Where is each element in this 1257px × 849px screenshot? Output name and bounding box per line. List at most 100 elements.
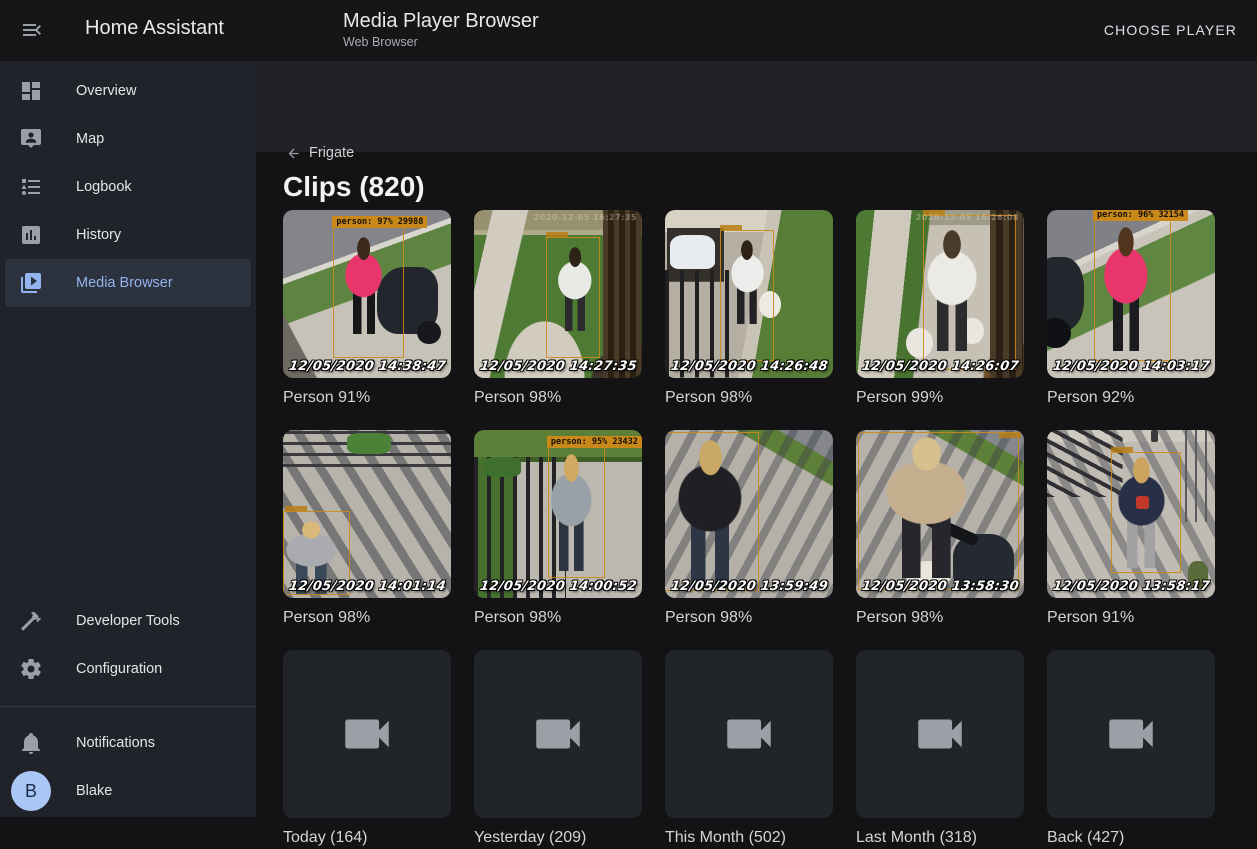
folder-tile[interactable] [474,650,642,818]
clips-grid: person: 97% 29988 12/05/2020 14:38:47 Pe… [256,152,1257,849]
detection-bbox: person: 96% 32154 [1094,220,1171,361]
folder-item-back[interactable]: Back (427) [1047,650,1215,849]
detection-label-small [720,225,742,230]
choose-player-button[interactable]: CHOOSE PLAYER [1104,0,1237,61]
breadcrumb[interactable]: Frigate [286,145,354,161]
folder-tile[interactable] [1047,650,1215,818]
clip-item[interactable]: 12/05/2020 14:26:48 Person 98% [665,210,833,409]
clip-caption: Person 91% [1047,607,1215,629]
breadcrumb-label: Frigate [309,145,354,161]
sidebar-item-logbook[interactable]: Logbook [0,163,256,211]
hammer-icon [19,609,43,633]
clip-thumbnail[interactable]: 12/05/2020 13:58:30 [856,430,1024,598]
folder-caption: Yesterday (209) [474,827,642,849]
detection-bbox [858,432,1019,590]
folder-caption: Today (164) [283,827,451,849]
clip-caption: Person 98% [665,387,833,409]
clip-timestamp: 12/05/2020 14:38:47 [288,359,447,374]
camera-osd-timestamp: 2020-12-05 16:27:35 [534,213,637,222]
content-header: Frigate [256,61,1257,152]
sidebar-item-notifications[interactable]: Notifications [0,719,256,767]
clip-caption: Person 98% [665,607,833,629]
clip-timestamp: 12/05/2020 13:58:30 [861,579,1020,594]
folder-caption: Back (427) [1047,827,1215,849]
detection-bbox: person: 97% 29988 [333,227,404,358]
panel-header: Media Player Browser Web Browser [343,8,539,49]
toy-silhouette [484,457,521,477]
clip-item[interactable]: 12/05/2020 13:58:30 Person 98% [856,430,1024,629]
sidebar-item-history[interactable]: History [0,211,256,259]
clip-thumbnail[interactable]: person: 95% 23432 12/05/2020 14:00:52 [474,430,642,598]
folder-item-last-month[interactable]: Last Month (318) [856,650,1024,849]
clip-item[interactable]: person: 95% 23432 12/05/2020 14:00:52 Pe… [474,430,642,629]
folder-item-yesterday[interactable]: Yesterday (209) [474,650,642,849]
avatar: B [11,771,51,811]
video-camera-icon [338,705,396,763]
sidebar-item-media-browser[interactable]: Media Browser [5,259,251,307]
folder-tile[interactable] [856,650,1024,818]
stroller-wheel [417,321,441,345]
clip-item[interactable]: 12/05/2020 14:01:14 Person 98% [283,430,451,629]
clip-timestamp: 12/05/2020 14:01:14 [288,579,447,594]
play-box-multiple-icon [19,271,43,295]
folder-item-this-month[interactable]: This Month (502) [665,650,833,849]
media-browser-panel: Frigate Clips (820) person: 97% 29988 12… [256,61,1257,817]
video-camera-icon [1102,705,1160,763]
clip-caption: Person 98% [283,607,451,629]
folder-item-today[interactable]: Today (164) [283,650,451,849]
car-silhouette [670,235,715,269]
detection-label-small [285,506,307,511]
sidebar-item-label: Media Browser [76,275,173,291]
folder-tile[interactable] [283,650,451,818]
clip-thumbnail[interactable]: 12/05/2020 13:59:49 [665,430,833,598]
sidebar-item-map[interactable]: Map [0,115,256,163]
clip-item[interactable]: 2020-12-05 16:26:08 12/05/2020 14:26:07 … [856,210,1024,409]
clip-thumbnail[interactable]: person: 97% 29988 12/05/2020 14:38:47 [283,210,451,378]
clip-thumbnail[interactable]: 12/05/2020 13:58:17 [1047,430,1215,598]
sidebar-item-overview[interactable]: Overview [0,67,256,115]
app-title: Home Assistant [85,17,224,40]
format-list-bulleted-icon [19,175,43,199]
clip-item[interactable]: 12/05/2020 13:58:17 Person 91% [1047,430,1215,629]
detection-bbox [1111,452,1182,573]
clip-item[interactable]: 2020-12-05 16:27:35 12/05/2020 14:27:35 … [474,210,642,409]
sidebar-item-developer-tools[interactable]: Developer Tools [0,597,256,645]
sidebar-item-user[interactable]: B Blake [0,767,256,815]
detection-bbox: person: 95% 23432 [548,447,605,578]
app-header: Home Assistant Media Player Browser Web … [0,0,1257,61]
account-tooltip-icon [19,127,43,151]
view-dashboard-icon [19,79,43,103]
sidebar-item-label: Logbook [76,179,132,195]
clip-thumbnail[interactable]: 2020-12-05 16:26:08 12/05/2020 14:26:07 [856,210,1024,378]
sidebar-item-configuration[interactable]: Configuration [0,645,256,693]
clip-item[interactable]: 12/05/2020 13:59:49 Person 98% [665,430,833,629]
folder-tile[interactable] [665,650,833,818]
sidebar-item-label: Developer Tools [76,613,180,629]
detection-label: person: 95% 23432 [547,436,642,448]
clip-timestamp: 12/05/2020 14:00:52 [479,579,638,594]
detection-label-small [1111,447,1133,452]
panel-subtitle: Web Browser [343,35,539,49]
panel-title: Media Player Browser [343,8,539,34]
clip-thumbnail[interactable]: person: 96% 32154 12/05/2020 14:03:17 [1047,210,1215,378]
clip-thumbnail[interactable]: 2020-12-05 16:27:35 12/05/2020 14:27:35 [474,210,642,378]
clip-timestamp: 12/05/2020 14:27:35 [479,359,638,374]
menu-open-icon[interactable] [20,18,44,42]
clip-caption: Person 98% [856,607,1024,629]
detection-bbox [720,230,774,361]
clip-thumbnail[interactable]: 12/05/2020 14:26:48 [665,210,833,378]
clip-item[interactable]: person: 97% 29988 12/05/2020 14:38:47 Pe… [283,210,451,409]
detection-label-small [999,433,1021,438]
clip-timestamp: 12/05/2020 13:59:49 [670,579,829,594]
distant-person [1151,430,1158,442]
clip-item[interactable]: person: 96% 32154 12/05/2020 14:03:17 Pe… [1047,210,1215,409]
detection-bbox [665,432,759,592]
camera-osd-timestamp: 2020-12-05 16:26:08 [916,213,1019,222]
folder-caption: This Month (502) [665,827,833,849]
arrow-left-icon [286,146,301,161]
sidebar-item-label: Overview [76,83,136,99]
sidebar-divider [0,706,256,707]
sidebar-item-label: Notifications [76,735,155,751]
bell-icon [19,731,43,755]
clip-thumbnail[interactable]: 12/05/2020 14:01:14 [283,430,451,598]
